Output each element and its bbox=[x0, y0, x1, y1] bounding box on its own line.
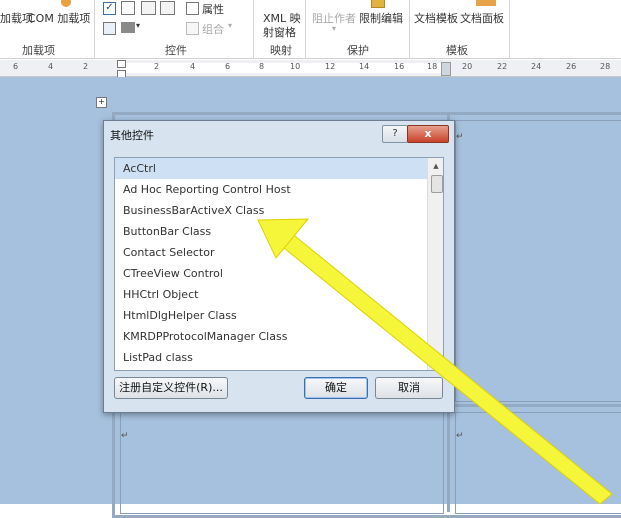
ruler-number: 28 bbox=[600, 62, 611, 71]
list-item[interactable]: ButtonBar Class bbox=[115, 221, 435, 242]
group-label-mapping: 映射 bbox=[270, 44, 292, 57]
picture-control-icon[interactable] bbox=[103, 22, 116, 35]
ruler-number: 2 bbox=[154, 62, 160, 71]
list-item[interactable]: BusinessBarActiveX Class bbox=[115, 200, 435, 221]
column-marker[interactable] bbox=[441, 62, 451, 76]
more-controls-dialog: 其他控件 ? x AcCtrl Ad Hoc Reporting Control… bbox=[103, 120, 455, 413]
ruler-number: 24 bbox=[531, 62, 542, 71]
list-item[interactable]: ListPad class bbox=[115, 347, 435, 368]
chevron-down-icon: ▾ bbox=[228, 21, 233, 30]
restrict-editing-button[interactable]: 限制编辑 bbox=[359, 10, 403, 26]
horizontal-ruler[interactable]: 6 4 2 2 4 6 8 10 12 14 16 18 20 22 24 26… bbox=[0, 60, 621, 78]
legacy-tools-icon[interactable] bbox=[121, 22, 135, 33]
group-label-addins: 加载项 bbox=[22, 44, 55, 57]
ruler-number: 14 bbox=[359, 62, 370, 71]
document-panel-icon bbox=[476, 0, 496, 6]
indent-marker[interactable] bbox=[117, 60, 126, 68]
ruler-number: 12 bbox=[325, 62, 336, 71]
com-addins-button[interactable]: COM 加载项 bbox=[28, 10, 90, 26]
list-item[interactable]: KMRDPProtocolManager Class bbox=[115, 326, 435, 347]
ruler-number: 2 bbox=[83, 62, 89, 71]
combo-box-icon[interactable] bbox=[141, 1, 156, 15]
scroll-down-arrow-icon[interactable]: ▼ bbox=[428, 354, 443, 370]
ruler-number: 22 bbox=[497, 62, 508, 71]
cancel-button[interactable]: 取消 bbox=[375, 377, 443, 399]
register-custom-control-button[interactable]: 注册自定义控件(R)... bbox=[114, 377, 228, 399]
paragraph-mark-icon: ↵ bbox=[456, 132, 464, 142]
paragraph-mark-icon: ↵ bbox=[456, 431, 464, 441]
dropdown-list-icon[interactable] bbox=[160, 1, 175, 15]
ruler-number: 4 bbox=[190, 62, 196, 71]
controls-list[interactable]: AcCtrl Ad Hoc Reporting Control Host Bus… bbox=[114, 157, 444, 371]
separator bbox=[305, 0, 306, 58]
scroll-up-arrow-icon[interactable]: ▲ bbox=[428, 158, 443, 174]
ruler-number: 10 bbox=[290, 62, 301, 71]
chevron-down-icon[interactable]: ▾ bbox=[136, 21, 140, 30]
ruler-number: 4 bbox=[48, 62, 54, 71]
group-label-controls: 控件 bbox=[165, 44, 187, 57]
close-button[interactable]: x bbox=[407, 125, 449, 143]
table-cell[interactable] bbox=[455, 412, 621, 514]
ruler-number: 20 bbox=[462, 62, 473, 71]
list-item[interactable]: Contact Selector bbox=[115, 242, 435, 263]
properties-icon bbox=[186, 2, 199, 15]
paragraph-mark-icon: ↵ bbox=[121, 431, 129, 441]
ruler-number: 6 bbox=[13, 62, 19, 71]
ruler-number: 8 bbox=[259, 62, 265, 71]
properties-button[interactable]: 属性 bbox=[202, 1, 224, 17]
ribbon: 加载项 COM 加载项 加载项 ✓ ▾ 属性 组合 ▾ 控件 XML 映 射窗格… bbox=[0, 0, 621, 60]
list-scrollbar[interactable]: ▲ ▼ bbox=[427, 158, 443, 370]
scroll-thumb[interactable] bbox=[431, 175, 443, 193]
separator bbox=[409, 0, 410, 58]
ribbon-border bbox=[0, 58, 621, 59]
group-button[interactable]: 组合 bbox=[202, 21, 224, 37]
document-template-button[interactable]: 文档模板 bbox=[414, 10, 458, 26]
table-move-handle-icon[interactable]: + bbox=[96, 97, 107, 108]
separator bbox=[509, 0, 510, 58]
checkbox-control-icon[interactable]: ✓ bbox=[103, 2, 116, 15]
ok-button[interactable]: 确定 bbox=[304, 377, 368, 399]
ruler-number: 26 bbox=[566, 62, 577, 71]
table-cell[interactable] bbox=[120, 412, 444, 514]
ruler-number: 18 bbox=[427, 62, 438, 71]
ruler-number: 6 bbox=[225, 62, 231, 71]
lock-icon bbox=[371, 0, 385, 8]
help-button[interactable]: ? bbox=[382, 125, 408, 143]
group-label-protect: 保护 bbox=[347, 44, 369, 57]
ruler-number: 16 bbox=[394, 62, 405, 71]
dialog-title: 其他控件 bbox=[110, 129, 154, 142]
date-picker-icon[interactable] bbox=[121, 1, 135, 15]
group-icon bbox=[186, 22, 199, 35]
table-cell[interactable] bbox=[455, 120, 621, 402]
list-item[interactable]: CTreeView Control bbox=[115, 263, 435, 284]
list-item[interactable]: HtmlDlgHelper Class bbox=[115, 305, 435, 326]
list-item[interactable]: Ad Hoc Reporting Control Host bbox=[115, 179, 435, 200]
document-panel-button[interactable]: 文档面板 bbox=[460, 10, 504, 26]
list-item[interactable]: AcCtrl bbox=[115, 158, 435, 179]
separator bbox=[94, 0, 95, 58]
list-item[interactable]: HHCtrl Object bbox=[115, 284, 435, 305]
gear-icon bbox=[61, 0, 71, 7]
xml-mapping-button-line2[interactable]: 射窗格 bbox=[263, 24, 296, 40]
chevron-down-icon: ▾ bbox=[332, 24, 337, 33]
group-label-templates: 模板 bbox=[446, 44, 468, 57]
separator bbox=[253, 0, 254, 58]
